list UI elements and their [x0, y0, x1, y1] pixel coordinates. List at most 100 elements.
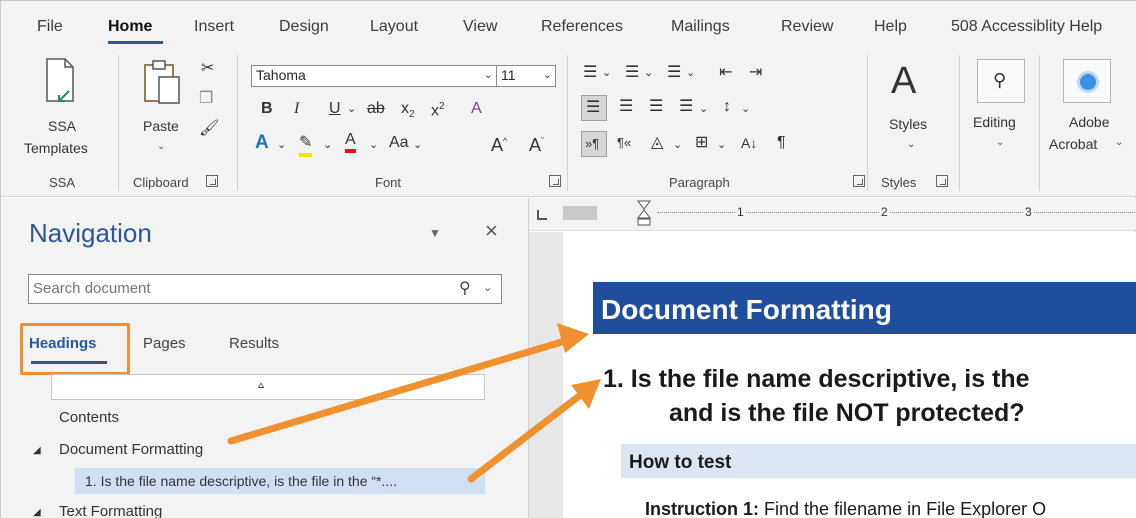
- align-left-icon: ☰: [586, 99, 601, 116]
- adobe-acrobat-line2[interactable]: Acrobat: [1049, 135, 1097, 153]
- editing-button[interactable]: Editing: [973, 113, 1016, 131]
- expand-triangle-icon[interactable]: ◢: [33, 445, 41, 456]
- text-effects-icon[interactable]: A: [255, 133, 269, 153]
- styles-launcher-icon[interactable]: [936, 175, 948, 187]
- chevron-down-icon[interactable]: ⌄: [413, 135, 422, 155]
- tab-pages[interactable]: Pages: [143, 335, 186, 352]
- decrease-indent-icon[interactable]: ⇤: [719, 63, 732, 83]
- nav-heading-document-formatting[interactable]: Document Formatting: [59, 441, 203, 458]
- line-spacing-icon[interactable]: ↕: [723, 97, 731, 117]
- font-size-combo[interactable]: 11 ⌄: [496, 65, 556, 87]
- nav-scroll-up-bar[interactable]: ⩟: [51, 374, 485, 400]
- indent-marker-icon[interactable]: [637, 200, 651, 226]
- font-color-icon[interactable]: A: [345, 131, 356, 153]
- adobe-acrobat-button-frame[interactable]: [1063, 59, 1111, 103]
- italic-icon[interactable]: I: [294, 99, 299, 119]
- shrink-font-icon[interactable]: Aˇ: [529, 131, 544, 155]
- subscript-icon[interactable]: x2: [401, 99, 415, 125]
- menu-508-accessibility-help[interactable]: 508 Accessiblity Help: [951, 18, 1102, 36]
- nav-heading-text-formatting[interactable]: Text Formatting: [59, 503, 162, 518]
- justify-icon[interactable]: ☰: [679, 97, 693, 117]
- collapse-up-icon[interactable]: ⩟: [258, 380, 264, 391]
- cut-icon[interactable]: ✂: [201, 59, 214, 79]
- editing-button-frame[interactable]: ⚲: [977, 59, 1025, 103]
- chevron-down-icon[interactable]: ⌄: [673, 135, 682, 155]
- chevron-down-icon[interactable]: ⌄: [347, 99, 356, 119]
- menu-references[interactable]: References: [541, 18, 623, 36]
- chevron-down-icon[interactable]: ⌄: [543, 68, 552, 81]
- chevron-down-icon[interactable]: ⌄: [483, 281, 492, 294]
- show-formatting-marks-icon[interactable]: ¶: [777, 133, 786, 153]
- borders-icon[interactable]: ⊞: [695, 133, 708, 153]
- styles-icon[interactable]: A: [891, 59, 916, 103]
- rtl-icon[interactable]: ¶«: [617, 133, 631, 153]
- sort-icon[interactable]: A↓: [741, 133, 757, 153]
- menu-review[interactable]: Review: [781, 18, 833, 36]
- tab-results[interactable]: Results: [229, 335, 279, 352]
- menu-home[interactable]: Home: [108, 18, 152, 36]
- chevron-down-icon[interactable]: ⌄: [907, 139, 915, 150]
- search-input[interactable]: [33, 280, 453, 297]
- menu-view[interactable]: View: [463, 18, 497, 36]
- align-right-icon[interactable]: ☰: [649, 97, 663, 117]
- multilevel-list-icon[interactable]: ☰: [667, 63, 681, 83]
- paste-dropdown-icon[interactable]: ⌄: [157, 141, 165, 152]
- menu-layout[interactable]: Layout: [370, 18, 418, 36]
- adobe-acrobat-line1[interactable]: Adobe: [1069, 113, 1109, 131]
- nav-heading-file-name[interactable]: 1. Is the file name descriptive, is the …: [85, 473, 397, 489]
- chevron-down-icon[interactable]: ⌄: [996, 137, 1004, 148]
- increase-indent-icon[interactable]: ⇥: [749, 63, 762, 83]
- chevron-down-icon[interactable]: ⌄: [602, 63, 611, 83]
- format-painter-icon[interactable]: 🖌: [199, 119, 219, 139]
- doc-instruction-label: Instruction 1:: [645, 499, 760, 518]
- clear-formatting-icon[interactable]: A: [471, 99, 482, 119]
- font-launcher-icon[interactable]: [549, 175, 561, 187]
- ltr-button[interactable]: »¶: [581, 131, 607, 157]
- pane-options-icon[interactable]: ▼: [429, 226, 441, 240]
- chevron-down-icon[interactable]: ⌄: [277, 135, 286, 155]
- ssa-templates-line1[interactable]: SSA: [48, 117, 76, 135]
- chevron-down-icon[interactable]: ⌄: [741, 99, 750, 119]
- bullets-icon[interactable]: ☰: [583, 63, 597, 83]
- horizontal-ruler[interactable]: 1 2 3: [529, 198, 1136, 231]
- chevron-down-icon[interactable]: ⌄: [369, 135, 378, 155]
- align-left-button[interactable]: ☰: [581, 95, 607, 121]
- styles-button[interactable]: Styles: [889, 115, 927, 133]
- menu-help[interactable]: Help: [874, 18, 907, 36]
- copy-icon[interactable]: ❐: [199, 89, 213, 109]
- search-icon[interactable]: ⚲: [459, 278, 471, 298]
- tab-selector-icon[interactable]: [537, 210, 547, 220]
- chevron-down-icon[interactable]: ⌄: [686, 63, 695, 83]
- paragraph-launcher-icon[interactable]: [853, 175, 865, 187]
- numbering-icon[interactable]: ☰: [625, 63, 639, 83]
- ssa-templates-line2[interactable]: Templates: [24, 139, 88, 157]
- align-center-icon[interactable]: ☰: [619, 97, 633, 117]
- menu-file[interactable]: File: [37, 18, 63, 36]
- grow-font-icon[interactable]: A^: [491, 131, 507, 155]
- chevron-down-icon[interactable]: ⌄: [644, 63, 653, 83]
- font-name-combo[interactable]: Tahoma ⌄: [251, 65, 497, 87]
- nav-search-box[interactable]: ⚲ ⌄: [28, 274, 502, 304]
- superscript-icon[interactable]: x2: [431, 97, 445, 121]
- chevron-down-icon[interactable]: ⌄: [1115, 137, 1123, 148]
- menu-mailings[interactable]: Mailings: [671, 18, 730, 36]
- chevron-down-icon[interactable]: ⌄: [717, 135, 726, 155]
- paste-button[interactable]: Paste: [143, 117, 179, 135]
- menu-insert[interactable]: Insert: [194, 18, 234, 36]
- shading-icon[interactable]: ◬: [651, 133, 663, 153]
- underline-icon[interactable]: U: [329, 99, 341, 119]
- document-page[interactable]: Document Formatting 1. Is the file name …: [563, 232, 1136, 518]
- chevron-down-icon[interactable]: ⌄: [323, 135, 332, 155]
- close-icon[interactable]: ×: [485, 218, 498, 244]
- strikethrough-icon[interactable]: ab: [367, 99, 385, 119]
- menu-design[interactable]: Design: [279, 18, 329, 36]
- highlight-icon[interactable]: ✎: [299, 133, 313, 157]
- chevron-down-icon[interactable]: ⌄: [484, 68, 493, 81]
- expand-triangle-icon[interactable]: ◢: [33, 507, 41, 518]
- nav-heading-contents[interactable]: Contents: [59, 409, 119, 426]
- clipboard-launcher-icon[interactable]: [206, 175, 218, 187]
- change-case-button[interactable]: Aa: [389, 133, 409, 153]
- bold-icon[interactable]: B: [261, 99, 273, 119]
- group-label-paragraph: Paragraph: [669, 175, 730, 190]
- chevron-down-icon[interactable]: ⌄: [699, 99, 708, 119]
